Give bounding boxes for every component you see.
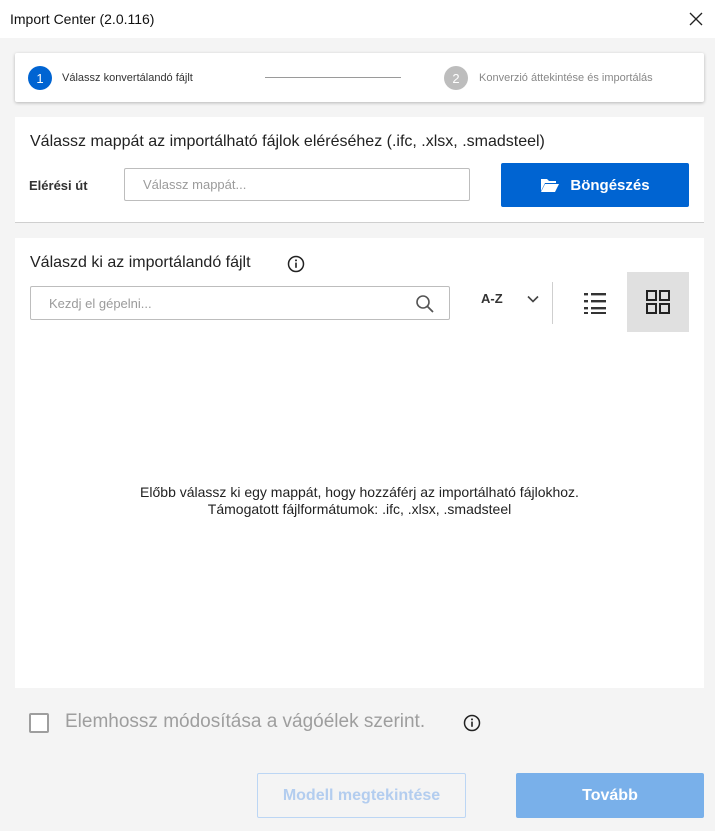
close-button[interactable] (683, 6, 709, 32)
chevron-down-icon[interactable] (526, 292, 540, 306)
grid-view-icon (646, 290, 670, 314)
window-title: Import Center (2.0.116) (10, 11, 155, 27)
folder-section-title: Válassz mappát az importálható fájlok el… (30, 133, 545, 150)
close-icon (689, 12, 703, 26)
next-button[interactable]: Tovább (516, 773, 704, 818)
step-1-label: Válassz konvertálandó fájlt (62, 72, 193, 84)
list-view-icon[interactable] (580, 288, 610, 318)
empty-state-line-1: Előbb válassz ki egy mappát, hogy hozzáf… (140, 484, 579, 500)
browse-button-label: Böngészés (570, 176, 650, 194)
empty-state-line-2: Támogatott fájlformátumok: .ifc, .xlsx, … (207, 501, 512, 517)
title-bar: Import Center (2.0.116) (0, 0, 715, 38)
adjust-length-label: Elemhossz módosítása a vágóélek szerint. (65, 711, 426, 732)
search-icon[interactable] (415, 294, 435, 314)
search-input[interactable] (31, 287, 437, 319)
files-section-title: Válaszd ki az importálandó fájlt (30, 254, 251, 271)
sort-dropdown[interactable]: A-Z (481, 291, 503, 306)
step-2-number: 2 (444, 66, 468, 90)
files-section: Válaszd ki az importálandó fájlt A-Z (15, 238, 704, 688)
path-label: Elérési út (29, 178, 88, 193)
grid-view-button[interactable] (627, 272, 689, 332)
step-1-number: 1 (28, 66, 52, 90)
path-input[interactable] (124, 168, 470, 201)
stepper: 1 Válassz konvertálandó fájlt 2 Konverzi… (15, 53, 704, 102)
adjust-length-checkbox[interactable] (29, 713, 49, 733)
preview-model-button[interactable]: Modell megtekintése (257, 773, 466, 818)
folder-open-icon (541, 179, 560, 192)
toolbar-divider (552, 282, 553, 324)
info-icon[interactable] (287, 255, 305, 273)
info-icon[interactable] (463, 714, 481, 732)
empty-state-message: Előbb válassz ki egy mappát, hogy hozzáf… (15, 484, 704, 518)
step-connector (265, 77, 401, 78)
search-box (30, 286, 450, 320)
browse-button[interactable]: Böngészés (501, 163, 689, 207)
step-2-label: Konverzió áttekintése és importálás (479, 72, 653, 84)
folder-section: Válassz mappát az importálható fájlok el… (15, 117, 704, 223)
